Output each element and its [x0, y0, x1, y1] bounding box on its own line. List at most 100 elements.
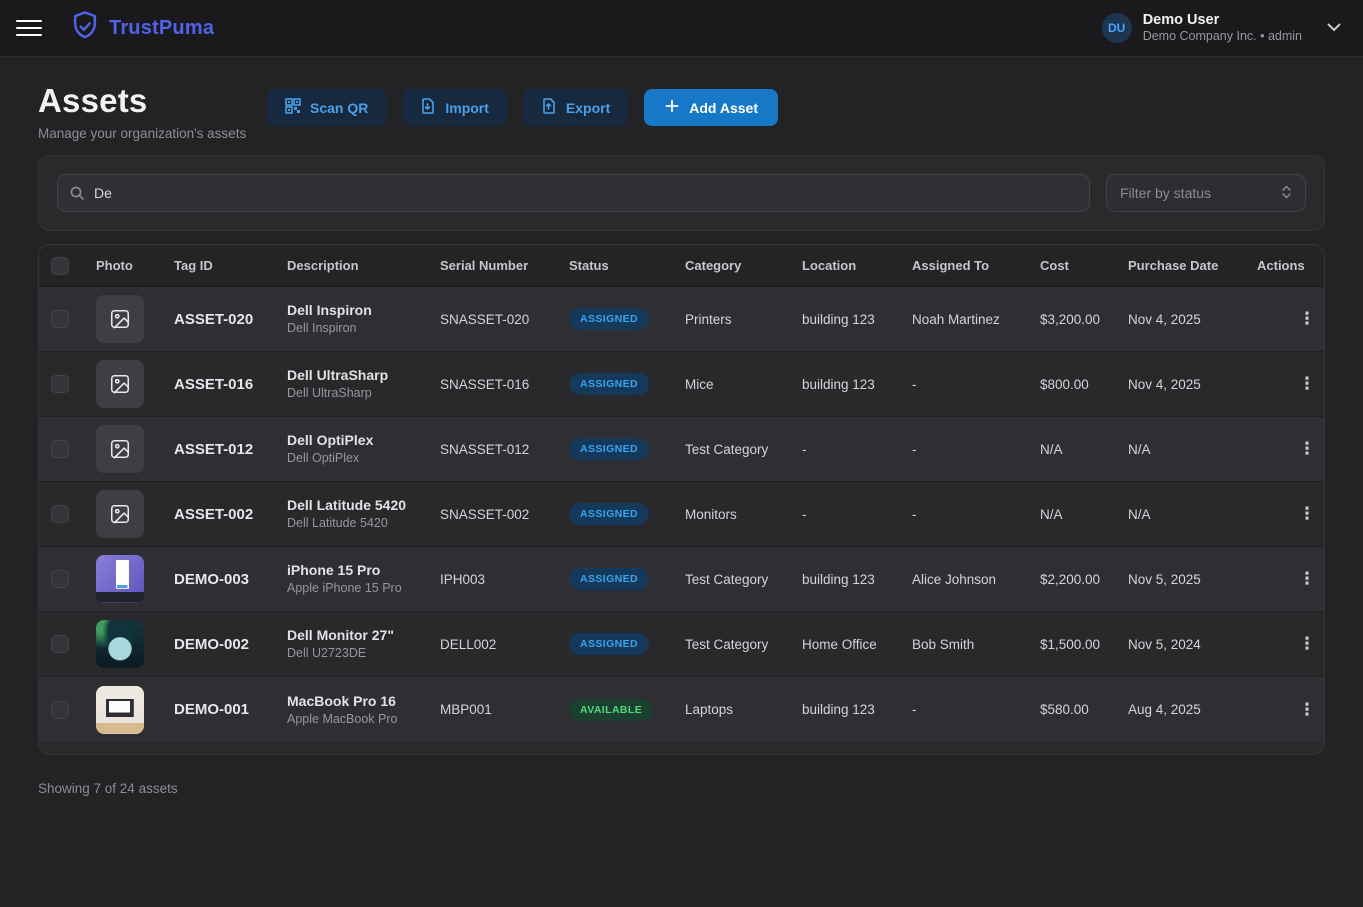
brand[interactable]: TrustPuma — [70, 10, 214, 47]
asset-cost: $800.00 — [1040, 377, 1128, 392]
asset-assigned-to: - — [912, 702, 1040, 717]
status-badge: ASSIGNED — [569, 568, 649, 590]
table-row[interactable]: ASSET-016 Dell UltraSharp Dell UltraShar… — [39, 352, 1324, 417]
select-chevrons-icon — [1281, 184, 1292, 203]
row-actions-menu-icon[interactable]: ⋮ — [1293, 370, 1321, 398]
row-checkbox[interactable] — [51, 505, 69, 523]
asset-photo — [96, 295, 144, 343]
asset-tag-id: DEMO-003 — [174, 571, 287, 588]
asset-purchase-date: Nov 5, 2025 — [1128, 572, 1257, 587]
export-button[interactable]: Export — [523, 89, 628, 126]
asset-photo — [96, 686, 144, 734]
row-actions-menu-icon[interactable]: ⋮ — [1293, 500, 1321, 528]
scan-qr-button[interactable]: Scan QR — [267, 89, 386, 126]
row-checkbox[interactable] — [51, 635, 69, 653]
row-actions-menu-icon[interactable]: ⋮ — [1293, 630, 1321, 658]
column-header-description: Description — [287, 258, 440, 273]
search-input[interactable] — [57, 174, 1090, 212]
asset-category: Test Category — [685, 637, 802, 652]
asset-purchase-date: Nov 4, 2025 — [1128, 312, 1257, 327]
asset-serial: DELL002 — [440, 637, 569, 652]
asset-category: Laptops — [685, 702, 802, 717]
results-summary: Showing 7 of 24 assets — [38, 781, 1325, 796]
avatar: DU — [1102, 13, 1132, 43]
asset-category: Mice — [685, 377, 802, 392]
table-row[interactable]: DEMO-003 iPhone 15 Pro Apple iPhone 15 P… — [39, 547, 1324, 612]
add-asset-button[interactable]: Add Asset — [644, 89, 778, 126]
status-badge: AVAILABLE — [569, 699, 653, 721]
file-export-icon — [541, 98, 557, 117]
asset-name: Dell OptiPlex — [287, 431, 440, 450]
row-checkbox[interactable] — [51, 310, 69, 328]
import-button[interactable]: Import — [402, 89, 507, 126]
asset-cost: N/A — [1040, 507, 1128, 522]
asset-tag-id: ASSET-020 — [174, 311, 287, 328]
brand-name: TrustPuma — [109, 17, 214, 40]
asset-assigned-to: - — [912, 442, 1040, 457]
asset-tag-id: ASSET-002 — [174, 506, 287, 523]
asset-name: Dell UltraSharp — [287, 366, 440, 385]
assets-table: Photo Tag ID Description Serial Number S… — [38, 244, 1325, 755]
asset-tag-id: ASSET-016 — [174, 376, 287, 393]
page-title: Assets — [38, 82, 267, 120]
asset-purchase-date: Nov 4, 2025 — [1128, 377, 1257, 392]
asset-photo — [96, 620, 144, 668]
asset-location: Home Office — [802, 637, 912, 652]
asset-serial: SNASSET-016 — [440, 377, 569, 392]
status-badge: ASSIGNED — [569, 438, 649, 460]
asset-name: iPhone 15 Pro — [287, 561, 440, 580]
asset-photo — [96, 360, 144, 408]
row-checkbox[interactable] — [51, 440, 69, 458]
asset-serial: MBP001 — [440, 702, 569, 717]
status-filter-select[interactable]: Filter by status — [1106, 174, 1306, 212]
column-header-tag-id: Tag ID — [174, 258, 287, 273]
status-badge: ASSIGNED — [569, 503, 649, 525]
row-actions-menu-icon[interactable]: ⋮ — [1293, 565, 1321, 593]
column-header-actions: Actions — [1257, 258, 1324, 273]
asset-subtitle: Dell UltraSharp — [287, 385, 440, 402]
menu-icon[interactable] — [16, 16, 42, 40]
chevron-down-icon — [1327, 19, 1341, 37]
asset-name: MacBook Pro 16 — [287, 692, 440, 711]
asset-cost: $1,500.00 — [1040, 637, 1128, 652]
select-all-checkbox[interactable] — [51, 257, 69, 275]
table-row[interactable]: DEMO-002 Dell Monitor 27" Dell U2723DE D… — [39, 612, 1324, 677]
column-header-location: Location — [802, 258, 912, 273]
top-bar: TrustPuma DU Demo User Demo Company Inc.… — [0, 0, 1363, 57]
table-row[interactable]: DEMO-001 MacBook Pro 16 Apple MacBook Pr… — [39, 677, 1324, 742]
column-header-photo: Photo — [96, 258, 174, 273]
asset-photo — [96, 555, 144, 603]
row-actions-menu-icon[interactable]: ⋮ — [1293, 696, 1321, 724]
asset-rows: ASSET-020 Dell Inspiron Dell Inspiron SN… — [39, 287, 1324, 742]
asset-location: building 123 — [802, 312, 912, 327]
asset-photo — [96, 425, 144, 473]
asset-tag-id: DEMO-002 — [174, 636, 287, 653]
asset-subtitle: Dell OptiPlex — [287, 450, 440, 467]
user-menu[interactable]: DU Demo User Demo Company Inc. • admin — [1102, 11, 1341, 45]
asset-subtitle: Apple iPhone 15 Pro — [287, 580, 440, 597]
asset-assigned-to: - — [912, 507, 1040, 522]
asset-category: Monitors — [685, 507, 802, 522]
file-import-icon — [420, 98, 436, 117]
asset-tag-id: DEMO-001 — [174, 701, 287, 718]
asset-purchase-date: Aug 4, 2025 — [1128, 702, 1257, 717]
asset-location: - — [802, 507, 912, 522]
row-actions-menu-icon[interactable]: ⋮ — [1293, 435, 1321, 463]
export-label: Export — [566, 100, 610, 116]
asset-purchase-date: N/A — [1128, 507, 1257, 522]
row-checkbox[interactable] — [51, 375, 69, 393]
asset-location: building 123 — [802, 572, 912, 587]
plus-icon — [664, 98, 680, 117]
row-actions-menu-icon[interactable]: ⋮ — [1293, 305, 1321, 333]
row-checkbox[interactable] — [51, 701, 69, 719]
asset-serial: SNASSET-020 — [440, 312, 569, 327]
row-checkbox[interactable] — [51, 570, 69, 588]
asset-location: building 123 — [802, 702, 912, 717]
status-badge: ASSIGNED — [569, 308, 649, 330]
table-row[interactable]: ASSET-020 Dell Inspiron Dell Inspiron SN… — [39, 287, 1324, 352]
column-header-cost: Cost — [1040, 258, 1128, 273]
table-row[interactable]: ASSET-012 Dell OptiPlex Dell OptiPlex SN… — [39, 417, 1324, 482]
asset-cost: $2,200.00 — [1040, 572, 1128, 587]
table-row[interactable]: ASSET-002 Dell Latitude 5420 Dell Latitu… — [39, 482, 1324, 547]
import-label: Import — [445, 100, 489, 116]
